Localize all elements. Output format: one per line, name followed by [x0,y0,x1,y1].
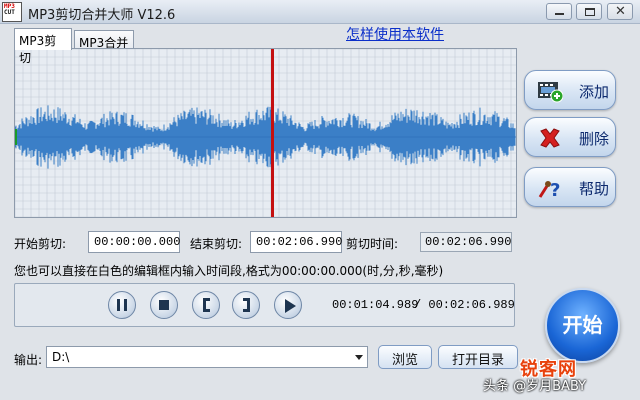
start-button[interactable]: 开始 [545,288,620,363]
selection-start-marker[interactable] [15,129,17,145]
delete-button-label: 删除 [579,130,610,148]
app-icon: MP3 CUT [2,2,22,22]
close-icon: ✕ [615,4,626,19]
add-clip-icon [538,82,563,103]
stop-button[interactable] [150,291,178,319]
add-button[interactable]: 添加 [524,70,616,110]
current-time: 00:01:04.989 [332,298,419,312]
cut-duration-value: 00:02:06.990 [420,232,512,252]
tab-mp3-cut[interactable]: MP3剪切 [14,28,72,65]
end-cut-label: 结束剪切: [190,237,243,251]
mark-start-icon [203,298,210,312]
play-selection-button[interactable] [274,291,302,319]
minimize-icon [555,13,564,15]
mark-end-button[interactable] [232,291,260,319]
help-button[interactable]: ? 帮助 [524,167,616,207]
play-selection-icon [285,299,296,313]
pause-button[interactable] [108,291,136,319]
help-question-icon: ? [538,180,560,200]
stop-icon [159,300,169,310]
output-path-value: D:\ [52,350,70,364]
title-bar: MP3 CUT MP3剪切合并大师 V12.6 ✕ [0,0,640,24]
mark-end-icon [243,298,250,312]
playhead-marker[interactable] [271,49,274,217]
output-label: 输出: [14,353,43,367]
add-button-label: 添加 [579,83,610,101]
end-time-input[interactable]: 00:02:06.990 [250,231,342,253]
total-time: / 00:02:06.989 [414,298,515,312]
window-title: MP3剪切合并大师 V12.6 [28,8,176,23]
pause-icon [117,299,127,311]
watermark-text: 头条 @岁月BABY [483,379,587,394]
maximize-button[interactable] [576,3,602,20]
how-to-use-link[interactable]: 怎样使用本软件 [346,24,444,44]
start-time-input[interactable]: 00:00:00.000 [88,231,180,253]
help-button-label: 帮助 [579,180,610,198]
waveform-panel[interactable] [14,48,517,218]
tab-mp3-merge[interactable]: MP3合并 [74,30,134,50]
minimize-button[interactable] [546,3,572,20]
open-directory-button[interactable]: 打开目录 [438,345,518,369]
start-cut-label: 开始剪切: [14,237,67,251]
mark-start-button[interactable] [192,291,220,319]
chevron-down-icon [355,355,363,360]
delete-button[interactable]: 删除 [524,117,616,157]
cut-duration-label: 剪切时间: [346,237,399,251]
svg-text:?: ? [550,180,560,200]
delete-x-icon [540,128,560,148]
output-path-select[interactable]: D:\ [46,346,368,368]
browse-button[interactable]: 浏览 [378,345,432,369]
maximize-icon [585,8,595,16]
waveform-display [15,49,516,217]
time-format-hint: 您也可以直接在白色的编辑框内输入时间段,格式为00:00:00.000(时,分,… [14,264,444,278]
close-button[interactable]: ✕ [607,3,633,20]
